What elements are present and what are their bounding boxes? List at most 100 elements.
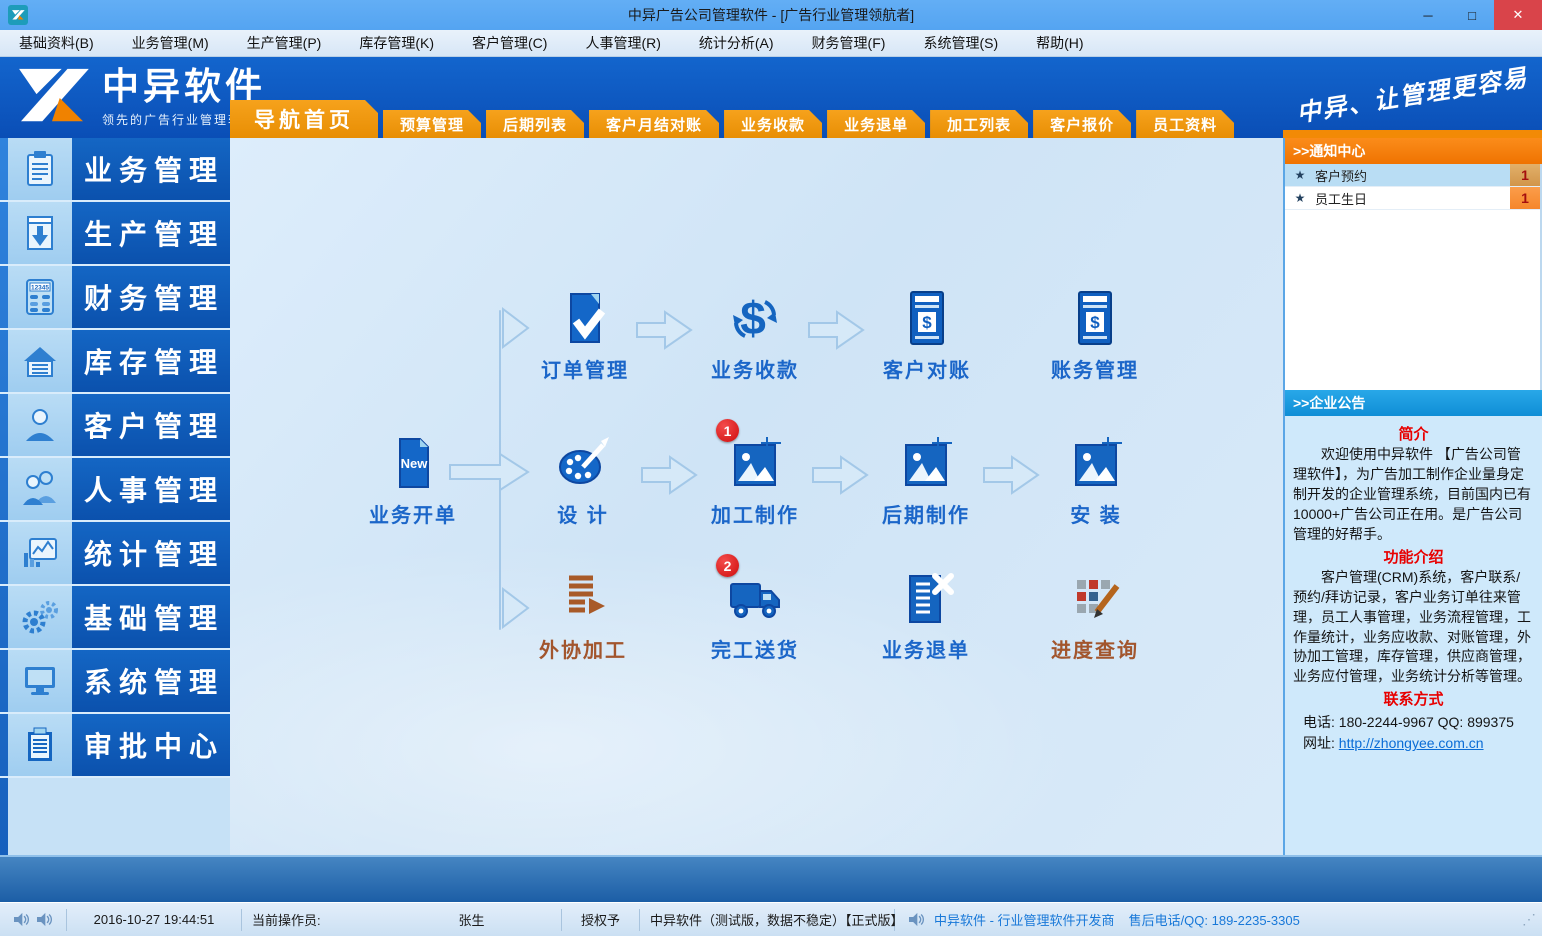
flow-node-delivery[interactable]: 2 完工送货 (690, 566, 820, 663)
sidebar-item-approval[interactable]: 审批中心 (0, 714, 230, 778)
maximize-button[interactable]: □ (1450, 0, 1494, 30)
flow-node-progress-query[interactable]: 进度查询 (1030, 566, 1160, 663)
sidebar-item-base[interactable]: 基础管理 (0, 586, 230, 650)
flow-node-outsourcing[interactable]: 外协加工 (518, 566, 648, 663)
bottom-band (0, 855, 1542, 902)
flow-node-label: 业务收款 (690, 354, 820, 383)
sidebar-item-customer[interactable]: 客户管理 (0, 394, 230, 458)
sidebar-item-production[interactable]: 生产管理 (0, 202, 230, 266)
slogan-accent-bar (1283, 130, 1542, 138)
notification-item-staff-birthday[interactable]: ★ 员工生日 1 (1285, 187, 1540, 210)
flow-arrow-icon (635, 308, 693, 352)
flow-node-label: 订单管理 (520, 354, 650, 383)
tab-post-list[interactable]: 后期列表 (486, 110, 584, 138)
sidebar-item-label: 统计管理 (72, 522, 230, 584)
tab-nav-home[interactable]: 导航首页 (230, 100, 378, 138)
notification-list: ★ 客户预约 1 ★ 员工生日 1 (1285, 164, 1542, 390)
notification-label: 员工生日 (1315, 189, 1510, 208)
minimize-button[interactable]: ─ (1406, 0, 1450, 30)
menu-item-statistics[interactable]: 统计分析(A) (680, 30, 793, 56)
menu-item-base-data[interactable]: 基础资料(B) (0, 30, 113, 56)
flow-node-customer-statement[interactable]: $ 客户对账 (862, 286, 992, 383)
production-image-icon (861, 431, 991, 495)
menu-item-business[interactable]: 业务管理(M) (113, 30, 228, 56)
flow-node-label: 账务管理 (1030, 354, 1160, 383)
tab-budget[interactable]: 预算管理 (383, 110, 481, 138)
star-icon: ★ (1285, 168, 1315, 182)
menu-item-finance[interactable]: 财务管理(F) (793, 30, 905, 56)
tab-staff-info[interactable]: 员工资料 (1136, 110, 1234, 138)
sidebar-item-business[interactable]: 业务管理 (0, 138, 230, 202)
menu-item-help[interactable]: 帮助(H) (1017, 30, 1102, 56)
sidebar: 业务管理 生产管理 12345 财务管理 库存管理 客户管理 (0, 138, 230, 855)
menu-item-production[interactable]: 生产管理(P) (228, 30, 341, 56)
window-title: 中异广告公司管理软件 - [广告行业管理领航者] (0, 5, 1542, 25)
svg-text:12345: 12345 (31, 285, 49, 292)
sidebar-item-statistics[interactable]: 统计管理 (0, 522, 230, 586)
flow-arrow-icon (807, 308, 865, 352)
speaker-icon[interactable] (908, 912, 925, 927)
tab-quotation[interactable]: 客户报价 (1033, 110, 1131, 138)
flow-node-order-return[interactable]: 业务退单 (861, 566, 991, 663)
flow-node-label: 外协加工 (518, 634, 648, 663)
status-support-info: 售后电话/QQ: 189-2235-3305 (1129, 910, 1300, 929)
status-license-text: 中异软件（测试版，数据不稳定）【正式版】 (640, 909, 895, 931)
flow-node-order-management[interactable]: 订单管理 (520, 286, 650, 383)
sidebar-item-label: 库存管理 (72, 330, 230, 392)
sidebar-item-inventory[interactable]: 库存管理 (0, 330, 230, 394)
speaker-icon[interactable] (36, 912, 53, 927)
notification-label: 客户预约 (1315, 166, 1510, 185)
resize-grip[interactable]: ⋰ (1522, 911, 1536, 928)
tab-monthly-statement[interactable]: 客户月结对账 (589, 110, 719, 138)
speaker-icon[interactable] (13, 912, 30, 927)
approval-clipboard-icon (8, 714, 72, 776)
statistics-chart-icon (8, 522, 72, 584)
hr-people-icon (8, 458, 72, 520)
announcement-intro-text: 欢迎使用中异软件 【广告公司管理软件】，为广告加工制作企业量身定制开发的企业管理… (1293, 445, 1534, 544)
menu-item-inventory[interactable]: 库存管理(K) (340, 30, 453, 56)
sidebar-item-hr[interactable]: 人事管理 (0, 458, 230, 522)
return-doc-icon (861, 566, 991, 630)
sidebar-item-label: 生产管理 (72, 202, 230, 264)
right-panel: >>通知中心 ★ 客户预约 1 ★ 员工生日 1 >>企业公告 简介 欢迎使用中… (1283, 138, 1542, 855)
order-check-icon (520, 286, 650, 350)
flow-node-design[interactable]: 设 计 (518, 431, 648, 528)
flow-node-label: 业务开单 (348, 499, 478, 528)
sidebar-item-system[interactable]: 系统管理 (0, 650, 230, 714)
flow-node-install[interactable]: 安 装 (1031, 431, 1161, 528)
sidebar-item-label: 系统管理 (72, 650, 230, 712)
announcement-contact-heading: 联系方式 (1293, 689, 1534, 710)
flow-node-post-production[interactable]: 后期制作 (861, 431, 991, 528)
flow-node-business-receipts[interactable]: $ 业务收款 (690, 286, 820, 383)
status-company-info: 中异软件 - 行业管理软件开发商 (934, 910, 1115, 929)
menu-item-customer[interactable]: 客户管理(C) (453, 30, 566, 56)
announcement-header: >>企业公告 (1285, 390, 1542, 416)
website-link[interactable]: http://zhongyee.com.cn (1339, 735, 1484, 751)
business-doc-icon (8, 138, 72, 200)
flow-node-label: 进度查询 (1030, 634, 1160, 663)
menu-item-system[interactable]: 系统管理(S) (904, 30, 1017, 56)
flow-node-processing[interactable]: 1 加工制作 (690, 431, 820, 528)
install-image-icon (1031, 431, 1161, 495)
announcement-features-text: 客户管理(CRM)系统，客户联系/预约/拜访记录，客户业务订单往来管理，员工人事… (1293, 568, 1534, 687)
system-monitor-icon (8, 650, 72, 712)
notification-badge: 1 (716, 419, 739, 442)
tab-receipts[interactable]: 业务收款 (724, 110, 822, 138)
sidebar-item-finance[interactable]: 12345 财务管理 (0, 266, 230, 330)
status-bar: 2016-10-27 19:44:51 当前操作员: 张生 授权予 中异软件（测… (0, 902, 1542, 936)
flow-node-label: 安 装 (1031, 499, 1161, 528)
flow-node-account-management[interactable]: $ 账务管理 (1030, 286, 1160, 383)
slogan-text: 中异、让管理更容易 (1294, 56, 1537, 128)
notification-item-customer-appointment[interactable]: ★ 客户预约 1 (1285, 164, 1540, 187)
menu-item-hr[interactable]: 人事管理(R) (566, 30, 679, 56)
tab-returns[interactable]: 业务退单 (827, 110, 925, 138)
svg-text:$: $ (1090, 313, 1100, 332)
tab-processing-list[interactable]: 加工列表 (930, 110, 1028, 138)
notification-count-badge: 1 (1510, 164, 1540, 186)
announcement-features-heading: 功能介绍 (1293, 547, 1534, 568)
customer-person-icon (8, 394, 72, 456)
close-button[interactable]: ✕ (1494, 0, 1542, 30)
title-bar[interactable]: 中异广告公司管理软件 - [广告行业管理领航者] ─ □ ✕ (0, 0, 1542, 30)
header-band: 中异软件 领先的广告行业管理软件研发商 导航首页 预算管理 后期列表 客户月结对… (0, 57, 1542, 138)
flow-node-label: 客户对账 (862, 354, 992, 383)
